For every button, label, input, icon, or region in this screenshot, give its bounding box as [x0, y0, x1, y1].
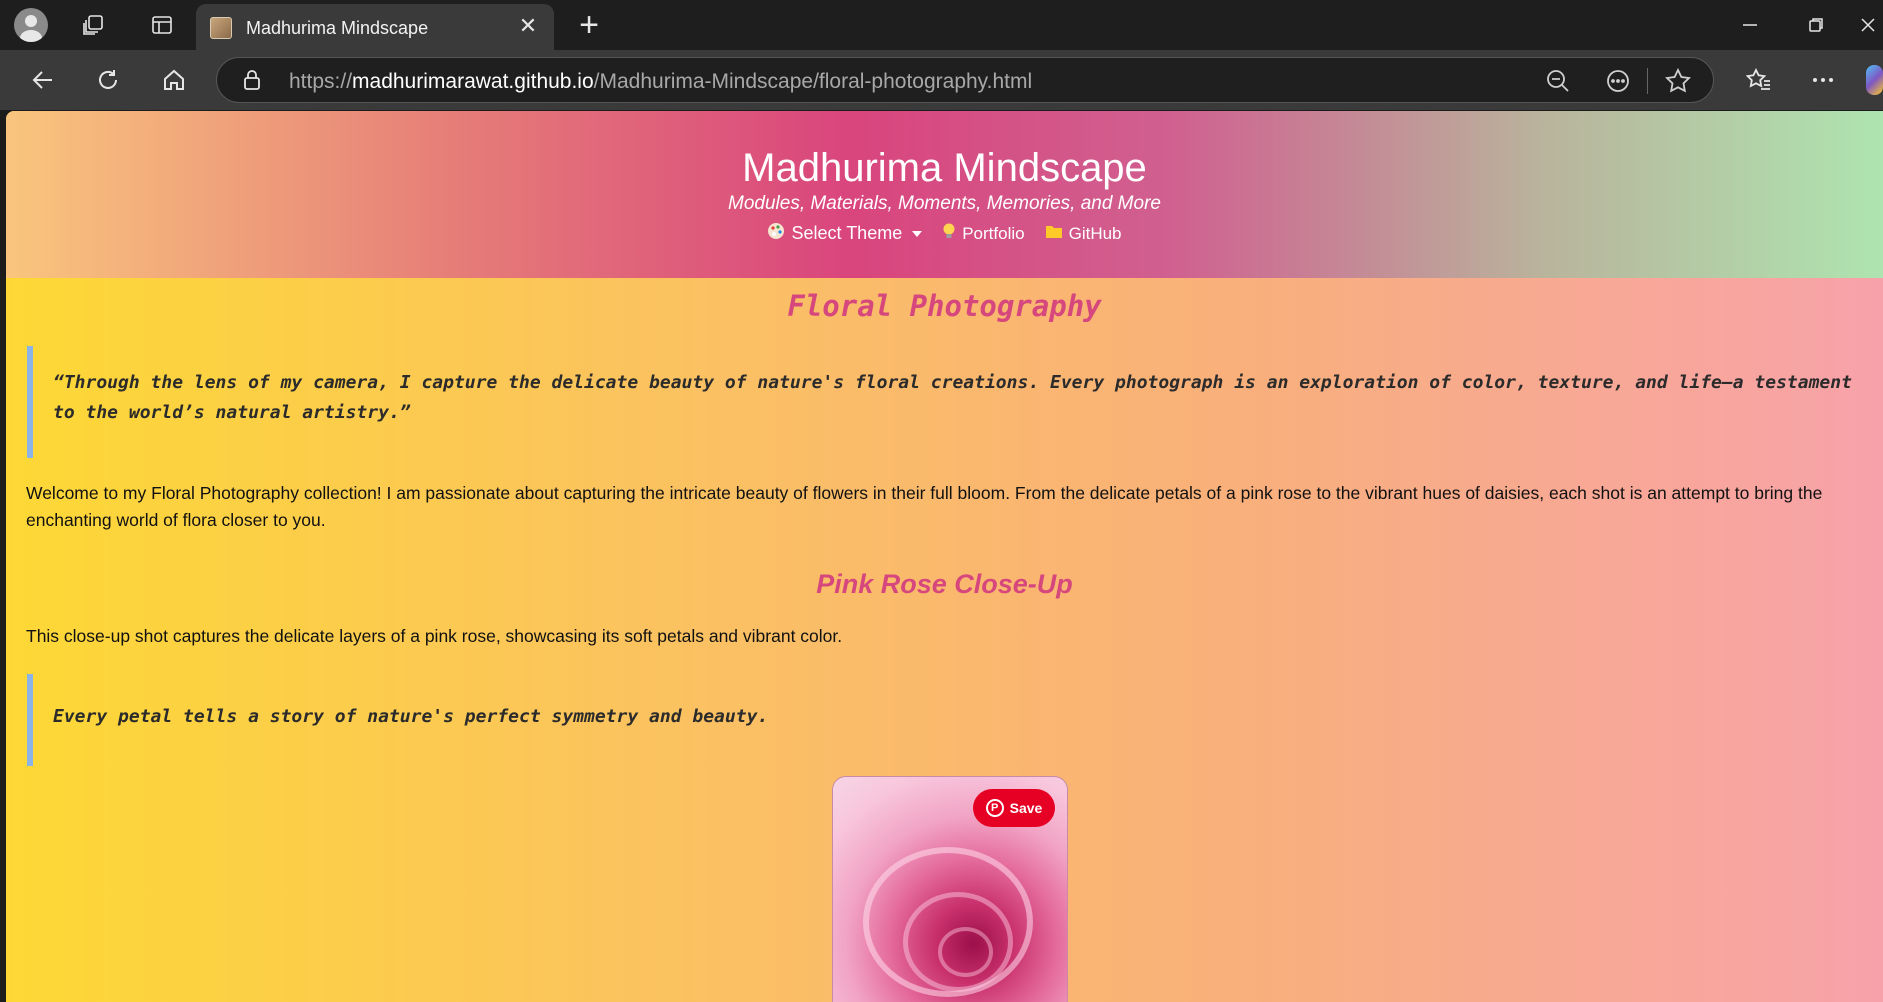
web-page: Madhurima Mindscape Modules, Materials, … [6, 111, 1883, 1002]
save-label: Save [1009, 800, 1043, 816]
favorites-icon[interactable] [1742, 63, 1776, 97]
workspaces-icon[interactable] [78, 10, 108, 40]
favorite-star-icon[interactable] [1665, 67, 1691, 94]
read-aloud-icon[interactable] [1605, 68, 1631, 94]
nav-link-portfolio[interactable]: Portfolio [942, 222, 1025, 245]
close-tab-icon[interactable]: ✕ [516, 14, 540, 38]
intro-quote: “Through the lens of my camera, I captur… [27, 346, 1867, 458]
site-favicon-icon [210, 17, 232, 39]
tab-actions-icon[interactable] [147, 10, 177, 40]
site-header: Madhurima Mindscape Modules, Materials, … [6, 111, 1883, 278]
site-title[interactable]: Madhurima Mindscape [6, 146, 1883, 191]
active-tab[interactable]: Madhurima Mindscape ✕ [196, 4, 554, 50]
url-prefix: https:// [289, 70, 353, 93]
refresh-icon[interactable] [91, 63, 125, 97]
zoom-out-icon[interactable] [1545, 68, 1571, 94]
new-tab-button[interactable]: + [572, 8, 606, 42]
url-path: /Madhurima-Mindscape/floral-photography.… [593, 70, 1033, 93]
pinterest-icon: P [985, 799, 1004, 817]
back-icon[interactable] [26, 63, 60, 97]
github-label: GitHub [1068, 223, 1122, 243]
pinterest-save-button[interactable]: P Save [973, 789, 1055, 827]
profile-icon[interactable] [14, 8, 48, 42]
more-icon[interactable] [1806, 63, 1840, 97]
url-text[interactable]: https://madhurimarawat.github.io/Madhuri… [289, 70, 1032, 94]
browser-toolbar: https://madhurimarawat.github.io/Madhuri… [0, 50, 1883, 110]
url-host: madhurimarawat.github.io [352, 70, 594, 93]
folder-icon [1045, 223, 1063, 244]
browser-tab-bar: Madhurima Mindscape ✕ + [0, 0, 1883, 50]
portfolio-label: Portfolio [962, 223, 1025, 243]
select-theme-label: Select Theme [791, 223, 903, 243]
nav-link-github[interactable]: GitHub [1045, 223, 1122, 244]
tab-title: Madhurima Mindscape [246, 18, 429, 38]
copilot-icon[interactable] [1866, 65, 1883, 95]
select-theme-dropdown[interactable]: Select Theme [767, 222, 923, 245]
bulb-icon [942, 222, 956, 245]
close-window-icon[interactable] [1852, 6, 1883, 44]
intro-paragraph: Welcome to my Floral Photography collect… [26, 483, 1823, 530]
section-heading: Pink Rose Close-Up [816, 569, 1073, 599]
section-quote: Every petal tells a story of nature's pe… [27, 674, 1867, 766]
site-nav: Select Theme Portfolio GitHub [6, 222, 1883, 245]
lock-icon[interactable] [243, 70, 261, 90]
page-title: Floral Photography [787, 289, 1102, 323]
restore-icon[interactable] [1786, 6, 1846, 44]
palette-icon [767, 222, 785, 245]
address-bar[interactable]: https://madhurimarawat.github.io/Madhuri… [216, 57, 1714, 103]
chevron-down-icon [912, 230, 923, 237]
home-icon[interactable] [157, 63, 191, 97]
pink-rose-photo[interactable]: P Save [832, 776, 1068, 1002]
section-paragraph: This close-up shot captures the delicate… [26, 626, 843, 646]
address-divider [1647, 68, 1648, 94]
minimize-icon[interactable] [1720, 6, 1780, 44]
site-subtitle: Modules, Materials, Moments, Memories, a… [728, 193, 1161, 214]
